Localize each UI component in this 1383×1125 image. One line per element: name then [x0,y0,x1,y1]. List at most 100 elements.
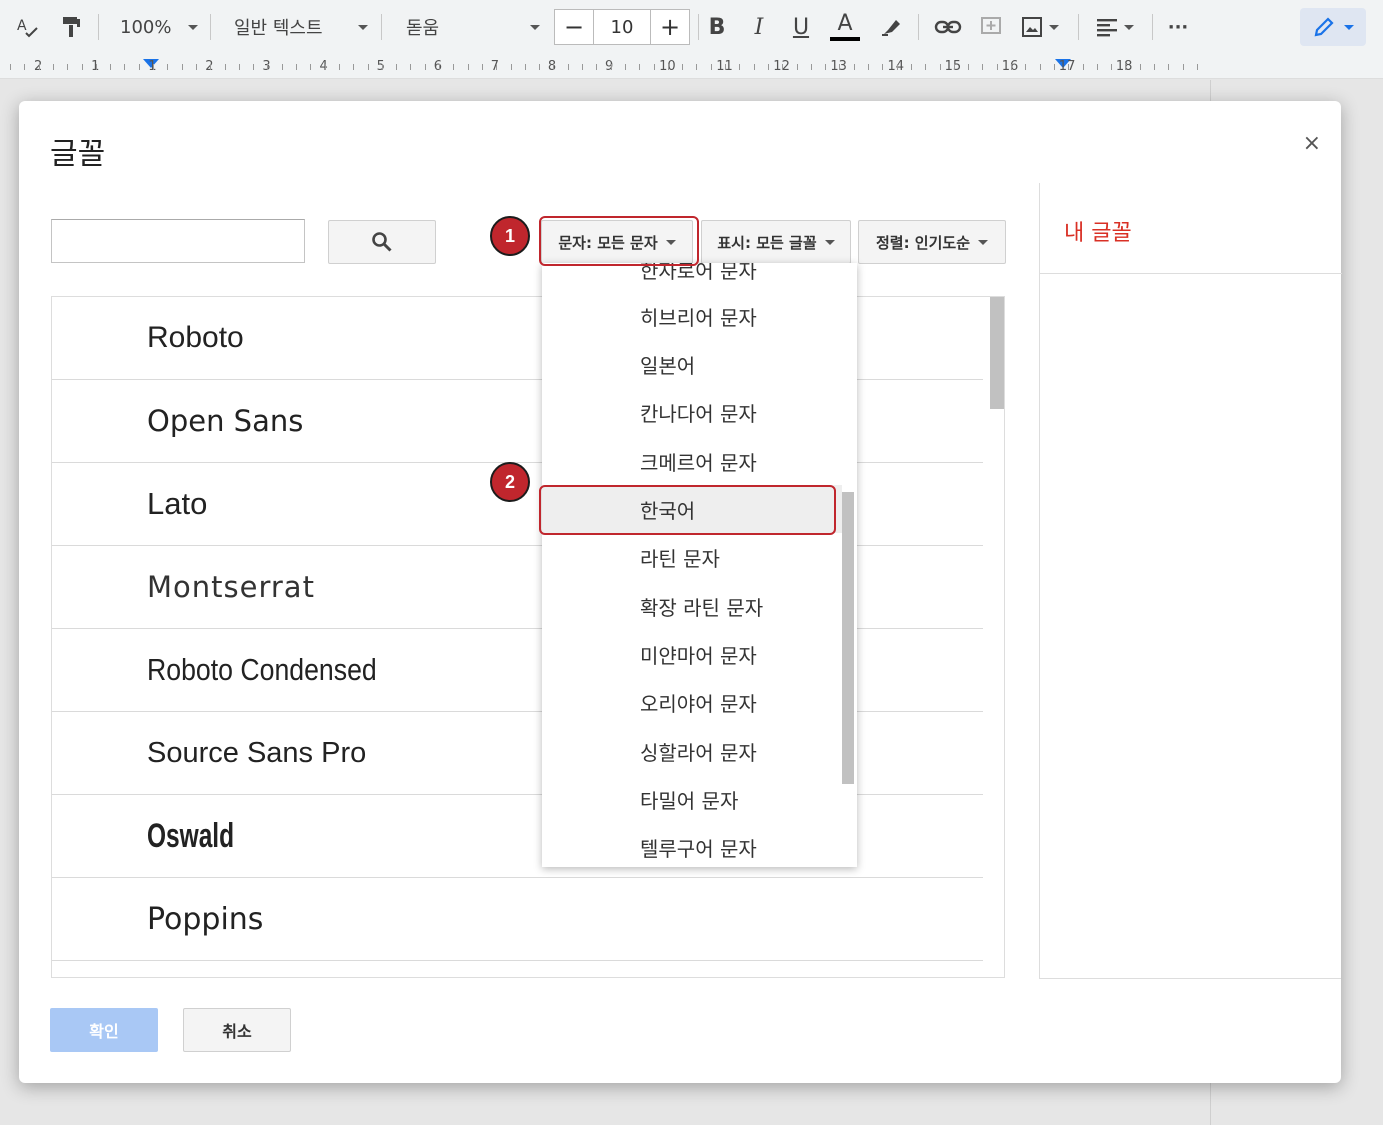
dropdown-item[interactable]: 오리야어 문자 [542,678,842,726]
ruler-tick [181,64,183,70]
ruler-tick [424,64,426,70]
italic-button[interactable]: I [744,8,774,46]
ruler-tick [567,64,569,70]
dropdown-item[interactable]: 히브리어 문자 [542,292,842,340]
underline-button[interactable]: U [786,8,816,46]
font-name: Open Sans [147,404,304,438]
ruler-tick [1182,64,1184,70]
ruler-tick [953,64,955,70]
ruler[interactable]: 21123456789101112131415161718 [0,55,1383,79]
show-filter-label: 표시: 모든 글꼴 [717,233,817,252]
ruler-tick [1168,64,1170,70]
ruler-tick [224,64,226,70]
spellcheck-icon[interactable]: A [10,8,46,46]
ruler-tick [996,64,998,70]
dropdown-item[interactable]: 크메르어 문자 [542,437,842,485]
cancel-button[interactable]: 취소 [183,1008,291,1052]
ruler-tick [95,64,97,70]
dropdown-item[interactable]: 라틴 문자 [542,533,842,581]
comment-add-icon[interactable] [976,8,1006,46]
ruler-tick [1025,64,1027,70]
ruler-tick [639,64,641,70]
ruler-tick [624,64,626,70]
ruler-tick [124,64,126,70]
ruler-tick [1068,64,1070,70]
ruler-tick [381,64,383,70]
search-button[interactable] [328,220,436,264]
ruler-tick [496,64,498,70]
dropdown-scrollbar[interactable] [842,492,854,784]
ruler-tick [10,64,11,70]
zoom-select[interactable]: 100% [120,8,198,46]
link-icon[interactable] [930,8,966,46]
script-dropdown-menu: 한자로어 문자 히브리어 문자 일본어 칸나다어 문자 크메르어 문자 한국어 … [542,263,857,867]
dropdown-item[interactable]: 싱할라어 문자 [542,727,842,775]
ruler-tick [696,64,698,70]
chevron-down-icon [358,24,368,30]
dropdown-item[interactable]: 타밀어 문자 [542,775,842,823]
ruler-tick [510,64,512,70]
close-icon[interactable]: × [1303,131,1321,156]
toolbar-divider [1152,14,1153,40]
dropdown-item[interactable]: 텔루구어 문자 [542,823,842,867]
ruler-tick [52,64,54,70]
dialog-title: 글꼴 [50,137,106,172]
style-value: 일반 텍스트 [234,18,323,39]
ruler-tick [667,64,669,70]
ruler-number: 16 [1001,59,1019,74]
ruler-tick [653,64,655,70]
toolbar-divider [381,14,382,40]
text-color-swatch [830,37,860,41]
style-select[interactable]: 일반 텍스트 [234,8,368,46]
ruler-tick [253,64,255,70]
ruler-tick [1125,64,1127,70]
increase-font-size-button[interactable]: + [651,10,689,44]
ruler-tick [481,64,483,70]
font-search-input[interactable] [51,219,305,263]
chevron-down-icon [188,24,198,30]
dropdown-item[interactable]: 일본어 [542,340,842,388]
dropdown-item[interactable]: 칸나다어 문자 [542,388,842,436]
font-list-scrollbar[interactable] [990,297,1004,409]
font-size-stepper: − 10 + [554,9,690,45]
ruler-number: 8 [547,59,557,74]
chevron-down-icon [978,239,989,245]
ruler-tick [739,64,741,70]
editing-mode-button[interactable] [1300,8,1366,46]
font-select[interactable]: 돋움 [406,8,540,46]
more-icon[interactable]: ··· [1162,8,1194,46]
ruler-tick [353,64,355,70]
font-name: Oswald [147,816,235,855]
ruler-tick [810,64,812,70]
bold-button[interactable]: B [702,8,732,46]
chevron-down-icon [1343,24,1354,30]
decrease-font-size-button[interactable]: − [555,10,593,44]
sort-filter-button[interactable]: 정렬: 인기도순 [858,220,1006,264]
insert-image-icon[interactable] [1016,8,1064,46]
sort-filter-label: 정렬: 인기도순 [875,233,971,252]
align-left-icon[interactable] [1090,8,1140,46]
dropdown-item[interactable]: 확장 라틴 문자 [542,582,842,630]
paint-format-icon[interactable] [56,8,86,46]
ruler-tick [267,64,269,70]
ruler-tick [410,64,412,70]
text-color-label: A [837,11,853,36]
ok-button[interactable]: 확인 [50,1008,158,1052]
font-row-poppins[interactable]: Poppins [52,878,983,961]
show-filter-button[interactable]: 표시: 모든 글꼴 [701,220,851,264]
chevron-down-icon [824,239,835,245]
ruler-tick [982,64,984,70]
ruler-tick [1196,64,1198,70]
dropdown-item[interactable]: 한자로어 문자 [542,263,842,293]
ruler-number: 5 [376,59,385,74]
toolbar-divider [1078,14,1079,40]
highlight-pen-icon[interactable] [876,8,906,46]
dropdown-item[interactable]: 미얀마어 문자 [542,630,842,678]
ruler-tick [868,64,869,70]
step1-badge: 1 [490,216,530,256]
ruler-tick [725,64,726,70]
text-color-button[interactable]: A [828,8,862,46]
step2-highlight-box [539,485,836,535]
font-name: Poppins [147,901,264,937]
font-size-input[interactable]: 10 [593,10,651,44]
